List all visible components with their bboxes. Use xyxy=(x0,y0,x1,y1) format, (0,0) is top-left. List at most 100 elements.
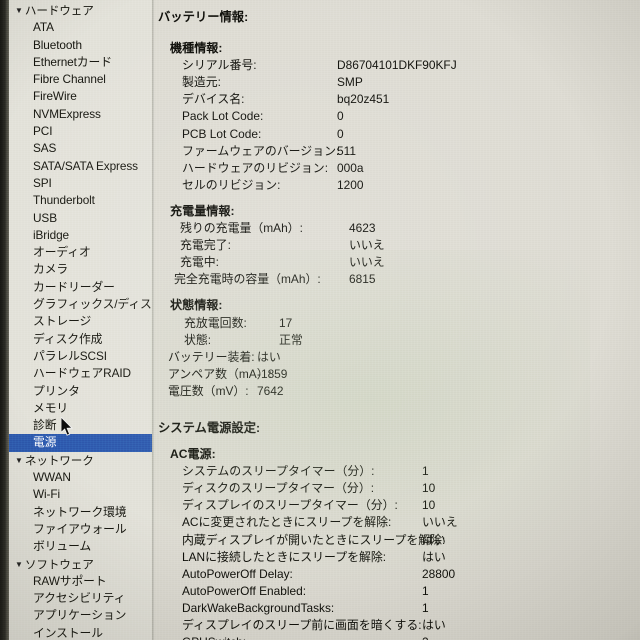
sidebar-item-label: パラレルSCSI xyxy=(33,348,107,363)
info-row-label: システムのスリープタイマー（分）: xyxy=(182,464,375,479)
sidebar-item-label: プリンタ xyxy=(33,383,80,398)
info-row-value: SMP xyxy=(337,75,363,90)
sidebar-item-SPI[interactable]: SPI xyxy=(9,175,153,192)
info-row-value: はい xyxy=(422,549,446,564)
section-heading-status: 状態情報: xyxy=(170,298,223,313)
sidebar-item-プリンタ[interactable]: プリンタ xyxy=(9,383,153,400)
info-row-value: 正常 xyxy=(279,332,303,347)
sidebar-item-ハードウェアRAID[interactable]: ハードウェアRAID xyxy=(9,365,153,382)
sidebar-item-label: ボリューム xyxy=(33,539,92,554)
info-row-label: AutoPowerOff Delay: xyxy=(182,566,293,581)
info-row-label: 充電中: xyxy=(180,255,219,270)
sidebar-item-インストール[interactable]: インストール xyxy=(9,625,153,640)
sidebar-item-ネットワーク環境[interactable]: ネットワーク環境 xyxy=(9,504,153,521)
info-row-value: いいえ xyxy=(349,255,385,270)
sidebar[interactable]: ▼ ハードウェア ATA Bluetooth Ethernetカード Fibre Chan… xyxy=(9,0,153,640)
info-row: シリアル番号: D86704101DKF90KFJ xyxy=(154,57,640,74)
info-row-label: 電圧数（mV）: xyxy=(168,383,249,398)
info-row: ACに変更されたときにスリープを解除: いいえ xyxy=(154,514,640,531)
info-row: 残りの充電量（mAh）: 4623 xyxy=(154,220,640,237)
sidebar-item-アプリケーション[interactable]: アプリケーション xyxy=(9,607,153,624)
sidebar-item-ボリューム[interactable]: ボリューム xyxy=(9,538,153,555)
info-row-value: 10 xyxy=(422,481,436,496)
info-row: 電圧数（mV）: 7642 xyxy=(154,383,640,400)
sidebar-item-SATA/SATA Express[interactable]: SATA/SATA Express xyxy=(9,158,153,175)
section-heading-model: 機種情報: xyxy=(170,41,223,56)
sidebar-item-Bluetooth[interactable]: Bluetooth xyxy=(9,37,153,54)
sidebar-item-ATA[interactable]: ATA xyxy=(9,19,153,36)
info-row-label: 製造元: xyxy=(182,75,221,90)
sidebar-item-カードリーダー[interactable]: カードリーダー xyxy=(9,279,153,296)
info-row-value: はい xyxy=(257,349,281,364)
disclosure-triangle-icon[interactable]: ▼ xyxy=(15,556,23,573)
sidebar-item-label: アクセシビリティ xyxy=(33,591,126,606)
sidebar-item-label: ファイアウォール xyxy=(33,521,127,536)
info-row-label: PCB Lot Code: xyxy=(182,126,262,141)
info-row: デバイス名: bq20z451 xyxy=(154,91,640,108)
sidebar-item-パラレルSCSI[interactable]: パラレルSCSI xyxy=(9,348,153,365)
info-row-value: 28800 xyxy=(422,566,456,581)
info-row: 充電中: いいえ xyxy=(154,254,640,271)
screen-bezel xyxy=(0,0,9,640)
info-row: LANに接続したときにスリープを解除: はい xyxy=(154,549,640,566)
sidebar-item-カメラ[interactable]: カメラ xyxy=(9,261,153,278)
info-row: 内蔵ディスプレイが開いたときにスリープを解除: はい xyxy=(154,532,640,549)
sidebar-item-label: FireWire xyxy=(33,89,77,104)
info-row: ファームウェアのバージョン: 511 xyxy=(154,143,640,160)
info-row-value: bq20z451 xyxy=(337,92,390,107)
sidebar-item-label: Wi-Fi xyxy=(33,487,61,502)
sidebar-item-USB[interactable]: USB xyxy=(9,210,153,227)
sidebar-group-2[interactable]: ▼ ソフトウェア xyxy=(9,556,153,573)
sidebar-item-label: アプリケーション xyxy=(33,608,127,623)
info-row-value: いいえ xyxy=(422,515,458,530)
sidebar-item-ディスク作成[interactable]: ディスク作成 xyxy=(9,331,153,348)
sidebar-item-SAS[interactable]: SAS xyxy=(9,140,153,157)
sidebar-item-Ethernetカード[interactable]: Ethernetカード xyxy=(9,54,153,71)
sidebar-item-PCI[interactable]: PCI xyxy=(9,123,153,140)
sidebar-group-label: ソフトウェア xyxy=(24,558,94,571)
sidebar-item-アクセシビリティ[interactable]: アクセシビリティ xyxy=(9,590,153,607)
sidebar-item-NVMExpress[interactable]: NVMExpress xyxy=(9,106,153,123)
main-content-pane[interactable]: バッテリー情報: 機種情報: シリアル番号: D86704101DKF90KFJ 製造元… xyxy=(154,0,640,640)
sidebar-item-iBridge[interactable]: iBridge xyxy=(9,227,153,244)
sidebar-item-Thunderbolt[interactable]: Thunderbolt xyxy=(9,192,153,209)
sidebar-item-グラフィックス/ディス…[interactable]: グラフィックス/ディス… xyxy=(9,296,153,313)
info-row-label: 充放電回数: xyxy=(184,315,247,330)
sidebar-item-WWAN[interactable]: WWAN xyxy=(9,469,153,486)
disclosure-triangle-icon[interactable]: ▼ xyxy=(15,452,23,469)
sidebar-item-オーディオ[interactable]: オーディオ xyxy=(9,244,153,261)
sidebar-item-ファイアウォール[interactable]: ファイアウォール xyxy=(9,521,153,538)
info-row-label: LANに接続したときにスリープを解除: xyxy=(182,549,387,564)
info-row-value: 511 xyxy=(337,143,356,158)
info-row-value: いいえ xyxy=(349,238,385,253)
sidebar-item-label: ネットワーク環境 xyxy=(33,504,127,519)
sidebar-item-label: カメラ xyxy=(33,262,69,277)
sidebar-item-診断[interactable]: 診断 xyxy=(9,417,153,434)
sidebar-item-ストレージ[interactable]: ストレージ xyxy=(9,313,153,330)
sidebar-item-RAWサポート[interactable]: RAWサポート xyxy=(9,573,153,590)
sidebar-item-Fibre Channel[interactable]: Fibre Channel xyxy=(9,71,153,88)
info-row: 充電完了: いいえ xyxy=(154,237,640,254)
sidebar-item-Wi-Fi[interactable]: Wi-Fi xyxy=(9,486,153,503)
info-row-value: はい xyxy=(422,618,446,632)
sidebar-item-label: WWAN xyxy=(33,470,71,485)
sidebar-item-メモリ[interactable]: メモリ xyxy=(9,400,153,417)
info-row-label: ACに変更されたときにスリープを解除: xyxy=(182,515,392,530)
info-row-label: バッテリー装着: xyxy=(168,349,255,364)
info-row-label: 充電完了: xyxy=(180,238,231,253)
sidebar-item-FireWire[interactable]: FireWire xyxy=(9,88,153,105)
sidebar-group-0[interactable]: ▼ ハードウェア xyxy=(9,2,153,19)
sidebar-item-電源[interactable]: 電源 xyxy=(9,434,153,452)
info-row-label: ファームウェアのバージョン: xyxy=(182,143,340,158)
section-heading-system-power: システム電源設定: xyxy=(158,420,261,435)
sidebar-item-label: SATA/SATA Express xyxy=(33,158,138,173)
sidebar-item-label: 診断 xyxy=(33,418,57,433)
sidebar-group-1[interactable]: ▼ ネットワーク xyxy=(9,452,153,469)
sidebar-item-label: PCI xyxy=(33,124,53,139)
info-row: 製造元: SMP xyxy=(154,74,640,91)
section-heading-charge: 充電量情報: xyxy=(170,203,235,218)
disclosure-triangle-icon[interactable]: ▼ xyxy=(15,2,23,19)
